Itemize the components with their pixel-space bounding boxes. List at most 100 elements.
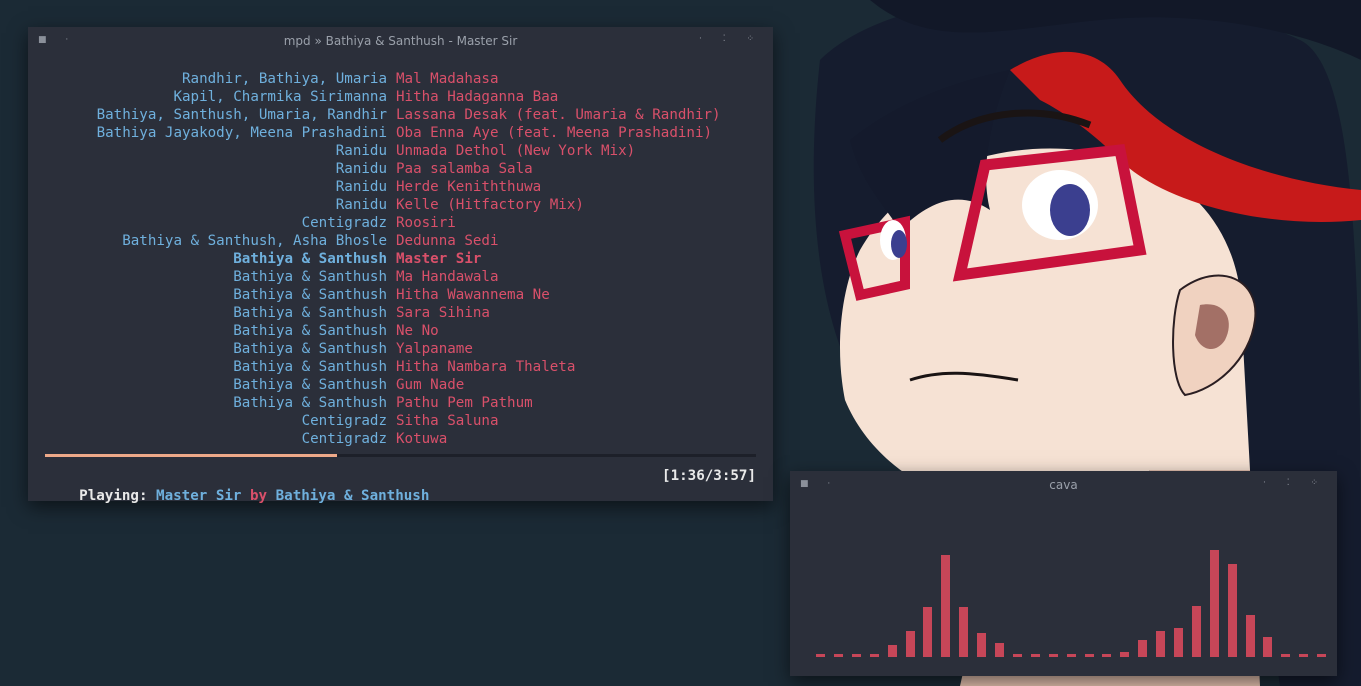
track-title: Lassana Desak (feat. Umaria & Randhir)	[396, 107, 721, 123]
visualizer-bar	[1085, 654, 1094, 657]
visualizer-bar	[1210, 550, 1219, 657]
track-artist: Bathiya Jayakody, Meena Prashadini	[96, 125, 387, 141]
mpd-window-title: mpd » Bathiya & Santhush - Master Sir	[283, 34, 518, 48]
visualizer-bar	[1013, 654, 1022, 657]
playlist-row[interactable]: Ranidu Herde Keniththuwa	[28, 178, 773, 196]
visualizer-bar	[1156, 631, 1165, 657]
progress-bar-fill	[45, 454, 337, 457]
track-artist: Bathiya & Santhush	[233, 269, 387, 285]
playlist-row[interactable]: Bathiya & Santhush Ne No	[28, 322, 773, 340]
playlist-row[interactable]: Randhir, Bathiya, Umaria Mal Madahasa	[28, 70, 773, 88]
status-line: Playing: Master Sir by Bathiya & Santhus…	[45, 466, 756, 504]
visualizer-bar	[1299, 654, 1308, 657]
track-title: Ma Handawala	[396, 269, 499, 285]
visualizer-bar	[1263, 637, 1272, 657]
mpd-window[interactable]: ■ · mpd » Bathiya & Santhush - Master Si…	[28, 27, 773, 504]
track-artist: Bathiya & Santhush	[233, 395, 387, 411]
track-artist: Bathiya & Santhush	[233, 377, 387, 393]
playlist-row[interactable]: Bathiya & Santhush Pathu Pem Pathum	[28, 394, 773, 412]
visualizer-bar	[1049, 654, 1058, 657]
audio-visualizer	[790, 499, 1337, 676]
visualizer-bar	[1102, 654, 1111, 657]
playlist[interactable]: Randhir, Bathiya, Umaria Mal Madahasa Kapi…	[28, 70, 773, 448]
track-title: Unmada Dethol (New York Mix)	[396, 143, 636, 159]
status-by: by	[241, 488, 276, 504]
track-title: Hitha Nambara Thaleta	[396, 359, 576, 375]
track-artist: Randhir, Bathiya, Umaria	[182, 71, 387, 87]
track-artist: Centigradz	[301, 431, 387, 447]
visualizer-bar	[923, 607, 932, 657]
track-title: Yalpaname	[396, 341, 473, 357]
track-artist: Ranidu	[335, 143, 387, 159]
track-artist: Bathiya & Santhush	[233, 251, 387, 267]
playlist-row-current[interactable]: Bathiya & Santhush Master Sir	[28, 250, 773, 268]
playlist-row[interactable]: Bathiya & Santhush Yalpaname	[28, 340, 773, 358]
cava-window[interactable]: ■ · cava · ⁚ ⁘	[790, 471, 1337, 676]
visualizer-bar	[1192, 606, 1201, 657]
visualizer-bar	[1246, 615, 1255, 657]
track-title: Sitha Saluna	[396, 413, 499, 429]
playlist-row[interactable]: Centigradz Kotuwa	[28, 430, 773, 448]
track-artist: Ranidu	[335, 179, 387, 195]
playlist-row[interactable]: Centigradz Sitha Saluna	[28, 412, 773, 430]
track-artist: Kapil, Charmika Sirimanna	[173, 89, 387, 105]
progress-bar[interactable]	[45, 454, 756, 457]
playlist-row[interactable]: Bathiya & Santhush Hitha Nambara Thaleta	[28, 358, 773, 376]
track-artist: Bathiya & Santhush	[233, 359, 387, 375]
playlist-row[interactable]: Bathiya & Santhush Sara Sihina	[28, 304, 773, 322]
track-title: Kelle (Hitfactory Mix)	[396, 197, 584, 213]
visualizer-bar	[977, 633, 986, 657]
track-artist: Ranidu	[335, 197, 387, 213]
track-title: Hitha Wawannema Ne	[396, 287, 550, 303]
playlist-row[interactable]: Ranidu Unmada Dethol (New York Mix)	[28, 142, 773, 160]
visualizer-bar	[1174, 628, 1183, 657]
track-artist: Bathiya & Santhush, Asha Bhosle	[122, 233, 387, 249]
visualizer-bar	[1120, 652, 1129, 657]
visualizer-bar	[1317, 654, 1326, 657]
visualizer-bar	[1281, 654, 1290, 657]
playlist-row[interactable]: Ranidu Kelle (Hitfactory Mix)	[28, 196, 773, 214]
playlist-row[interactable]: Kapil, Charmika Sirimanna Hitha Hadaganna…	[28, 88, 773, 106]
status-artist: Bathiya & Santhush	[275, 488, 430, 504]
visualizer-bar	[888, 645, 897, 657]
track-title: Sara Sihina	[396, 305, 490, 321]
track-artist: Bathiya, Santhush, Umaria, Randhir	[96, 107, 387, 123]
playlist-row[interactable]: Bathiya & Santhush Hitha Wawannema Ne	[28, 286, 773, 304]
mpd-titlebar[interactable]: ■ · mpd » Bathiya & Santhush - Master Si…	[28, 27, 773, 55]
cava-titlebar[interactable]: ■ · cava · ⁚ ⁘	[790, 471, 1337, 499]
visualizer-bar	[1067, 654, 1076, 657]
track-title: Roosiri	[396, 215, 456, 231]
window-controls-icon[interactable]: · ⁚ ⁘	[699, 34, 763, 44]
track-artist: Centigradz	[301, 413, 387, 429]
visualizer-bar	[959, 607, 968, 657]
playlist-row[interactable]: Bathiya & Santhush Ma Handawala	[28, 268, 773, 286]
window-controls-icon[interactable]: · ⁚ ⁘	[1263, 478, 1327, 488]
track-title: Herde Keniththuwa	[396, 179, 542, 195]
track-title: Oba Enna Aye (feat. Meena Prashadini)	[396, 125, 713, 141]
track-title: Paa salamba Sala	[396, 161, 533, 177]
track-artist: Ranidu	[335, 161, 387, 177]
track-artist: Bathiya & Santhush	[233, 323, 387, 339]
track-title: Gum Nade	[396, 377, 465, 393]
visualizer-bar	[816, 654, 825, 657]
track-title: Mal Madahasa	[396, 71, 499, 87]
visualizer-bar	[1228, 564, 1237, 657]
cava-window-title: cava	[1049, 478, 1078, 492]
playlist-row[interactable]: Bathiya Jayakody, Meena Prashadini Oba En…	[28, 124, 773, 142]
track-artist: Bathiya & Santhush	[233, 305, 387, 321]
visualizer-bar	[870, 654, 879, 657]
playlist-row[interactable]: Bathiya & Santhush, Asha Bhosle Dedunna S…	[28, 232, 773, 250]
playlist-row[interactable]: Bathiya, Santhush, Umaria, Randhir Lassan…	[28, 106, 773, 124]
playlist-row[interactable]: Ranidu Paa salamba Sala	[28, 160, 773, 178]
playlist-row[interactable]: Bathiya & Santhush Gum Nade	[28, 376, 773, 394]
track-artist: Centigradz	[301, 215, 387, 231]
status-prefix: Playing:	[79, 488, 157, 504]
track-title: Pathu Pem Pathum	[396, 395, 533, 411]
visualizer-bar	[1031, 654, 1040, 657]
track-artist: Bathiya & Santhush	[233, 287, 387, 303]
visualizer-bar	[834, 654, 843, 657]
playlist-row[interactable]: Centigradz Roosiri	[28, 214, 773, 232]
visualizer-bar	[906, 631, 915, 657]
status-song: Master Sir	[156, 488, 242, 504]
elapsed-time: [1:36/3:57]	[662, 468, 756, 484]
